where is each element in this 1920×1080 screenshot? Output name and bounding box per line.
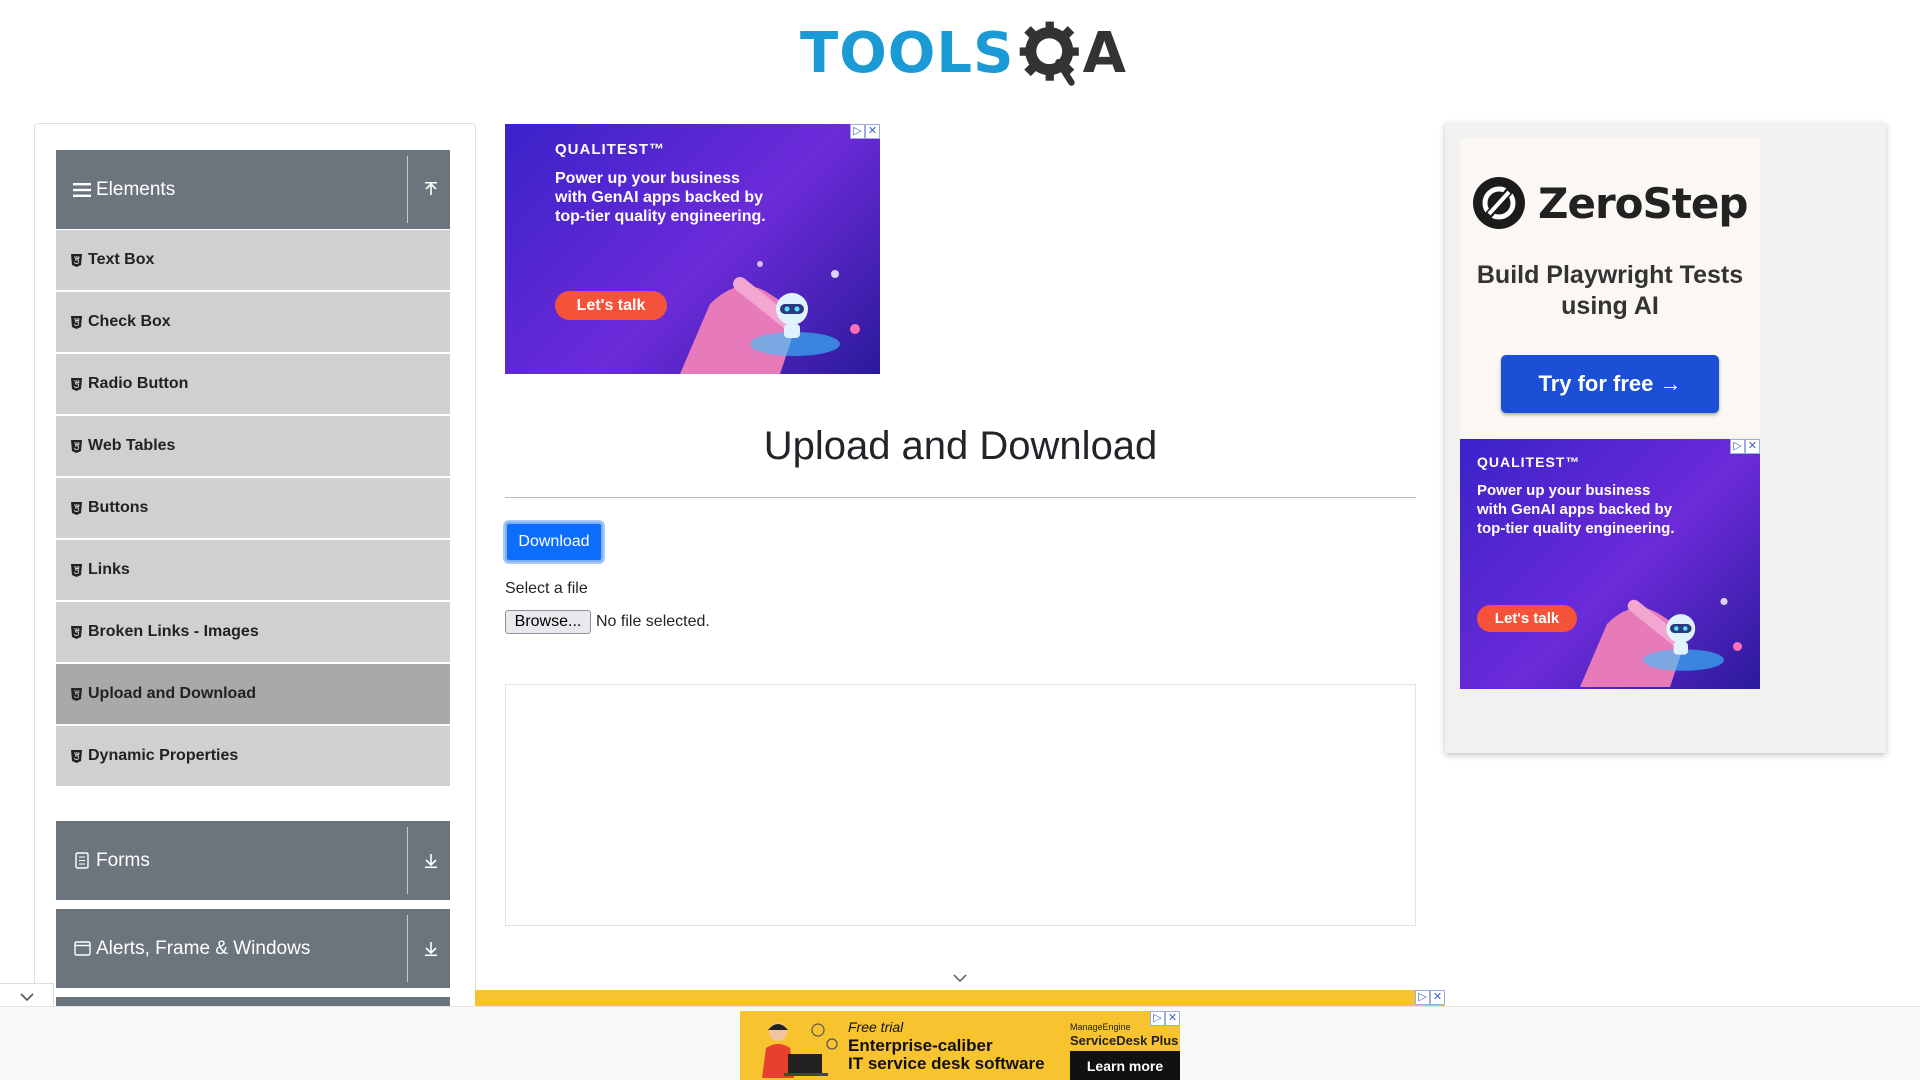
sidebar-item-check-box[interactable]: Check Box	[56, 292, 450, 354]
sidebar-item-label: Buttons	[88, 499, 149, 516]
sidebar-item-web-tables[interactable]: Web Tables	[56, 416, 450, 478]
ad-choices-badge[interactable]: ▷ ✕	[1730, 439, 1760, 454]
ad-headline-2: IT service desk software	[848, 1054, 1045, 1073]
html5-icon	[71, 253, 82, 267]
sidebar-item-label: Radio Button	[88, 375, 189, 392]
robot-hand-illustration	[1580, 597, 1742, 687]
right-sidebar-ad: ZeroStep Build Playwright Tests using AI…	[1445, 123, 1886, 753]
try-for-free-button[interactable]: Try for free →	[1501, 355, 1719, 413]
sidebar-item-label: Text Box	[88, 251, 155, 268]
select-file-label: Select a file	[505, 580, 588, 597]
ad-info-icon[interactable]: ▷	[1730, 439, 1745, 454]
sidebar-item-label: Upload and Download	[88, 685, 256, 702]
ad-choices-badge[interactable]: ▷ ✕	[1150, 1011, 1180, 1026]
chevron-down-icon[interactable]	[950, 970, 970, 986]
ad-cta-button[interactable]: Let's talk	[555, 291, 667, 320]
sidebar-item-dynamic-properties[interactable]: Dynamic Properties	[56, 726, 450, 788]
ad-cta-button[interactable]: Let's talk	[1477, 605, 1577, 632]
zerostep-logo-text: ZeroStep	[1538, 178, 1748, 228]
html5-icon	[71, 315, 82, 329]
qualitest-ad-top[interactable]: QUALITEST™ Power up your business with G…	[505, 124, 880, 374]
ad-close-icon[interactable]: ✕	[1745, 439, 1760, 454]
gear-magnifier-icon	[1020, 21, 1080, 86]
zerostep-logo: ZeroStep	[1472, 176, 1748, 230]
expand-down-icon[interactable]	[418, 935, 444, 961]
sidebar-item-label: Web Tables	[88, 437, 176, 454]
menu-icon	[73, 181, 91, 199]
ad-close-icon[interactable]: ✕	[1430, 990, 1445, 1005]
ad-brand: QUALITEST™	[1477, 454, 1581, 470]
logo-text-tools: TOOLS	[800, 20, 1015, 86]
sidebar-item-label: Links	[88, 561, 130, 578]
elements-menu-list: Text Box Check Box Radio Button Web Tabl…	[56, 230, 450, 788]
sidebar-item-broken-links-images[interactable]: Broken Links - Images	[56, 602, 450, 664]
chevron-down-icon	[19, 993, 34, 1002]
sidebar-item-text-box[interactable]: Text Box	[56, 230, 450, 292]
ad-text: Power up your business with GenAI apps b…	[1477, 482, 1675, 537]
group-header-alerts-frame-windows[interactable]: Alerts, Frame & Windows	[56, 909, 450, 988]
window-icon	[73, 940, 91, 958]
sidebar-item-links[interactable]: Links	[56, 540, 450, 602]
servicedesk-ad[interactable]: Free trial Enterprise-caliber IT service…	[740, 1011, 1180, 1080]
ad-close-icon[interactable]: ✕	[865, 124, 880, 139]
ad-text: Power up your business with GenAI apps b…	[555, 170, 766, 225]
group-title: Elements	[96, 178, 176, 200]
group-title: Alerts, Frame & Windows	[96, 937, 311, 959]
logo-text-a: A	[1082, 20, 1126, 86]
collapse-up-icon[interactable]	[418, 176, 444, 202]
ad-close-icon[interactable]: ✕	[1165, 1011, 1180, 1026]
html5-icon	[71, 687, 82, 701]
zerostep-logo-icon	[1473, 177, 1525, 229]
sidebar-item-label: Dynamic Properties	[88, 747, 239, 764]
ad-small-text: Free trial	[848, 1019, 904, 1035]
robot-hand-illustration	[680, 261, 860, 374]
zerostep-ad[interactable]: ZeroStep Build Playwright Tests using AI…	[1460, 138, 1760, 438]
form-icon	[73, 852, 91, 870]
left-sidebar: Elements Text Box Check Box Radio Button…	[34, 123, 476, 1023]
ad-info-icon[interactable]: ▷	[1150, 1011, 1165, 1026]
html5-icon	[71, 439, 82, 453]
sidebar-item-upload-and-download[interactable]: Upload and Download	[56, 664, 450, 726]
ad-brand-name: ServiceDesk Plus	[1070, 1033, 1179, 1048]
toolsqa-logo[interactable]: TOOLS A	[800, 14, 1126, 92]
group-header-forms[interactable]: Forms	[56, 821, 450, 900]
divider	[407, 156, 408, 223]
expand-down-icon[interactable]	[418, 847, 444, 873]
group-header-elements[interactable]: Elements	[56, 150, 450, 229]
html5-icon	[71, 625, 82, 639]
html5-icon	[71, 563, 82, 577]
person-at-laptop-illustration	[762, 1023, 838, 1078]
zerostep-tagline: Build Playwright Tests using AI	[1476, 261, 1744, 320]
ad-headline-1: Enterprise-caliber	[848, 1036, 993, 1055]
html5-icon	[71, 749, 82, 763]
html5-icon	[71, 501, 82, 515]
content-placeholder-box	[505, 684, 1416, 926]
download-button[interactable]: Download	[505, 522, 603, 562]
group-title: Forms	[96, 849, 150, 871]
title-divider	[505, 497, 1416, 498]
sidebar-item-label: Check Box	[88, 313, 171, 330]
sidebar-item-radio-button[interactable]: Radio Button	[56, 354, 450, 416]
divider	[407, 827, 408, 894]
ad-choices-badge[interactable]: ▷ ✕	[1415, 990, 1445, 1005]
learn-more-button[interactable]: Learn more	[1070, 1051, 1180, 1080]
page-title: Upload and Download	[763, 424, 1158, 468]
ad-info-icon[interactable]: ▷	[1415, 990, 1430, 1005]
ad-brand-top: ManageEngine	[1070, 1022, 1131, 1032]
ad-brand: QUALITEST™	[555, 141, 665, 158]
divider	[407, 915, 408, 982]
qualitest-ad-right[interactable]: QUALITEST™ Power up your business with G…	[1460, 439, 1760, 689]
html5-icon	[71, 377, 82, 391]
ad-choices-badge[interactable]: ▷ ✕	[850, 124, 880, 139]
partial-banner-strip: ▷ ✕	[475, 990, 1445, 1006]
file-status-text: No file selected.	[596, 613, 710, 630]
browse-file-button[interactable]: Browse...	[505, 610, 591, 634]
ad-info-icon[interactable]: ▷	[850, 124, 865, 139]
sidebar-item-label: Broken Links - Images	[88, 623, 259, 640]
sidebar-item-buttons[interactable]: Buttons	[56, 478, 450, 540]
